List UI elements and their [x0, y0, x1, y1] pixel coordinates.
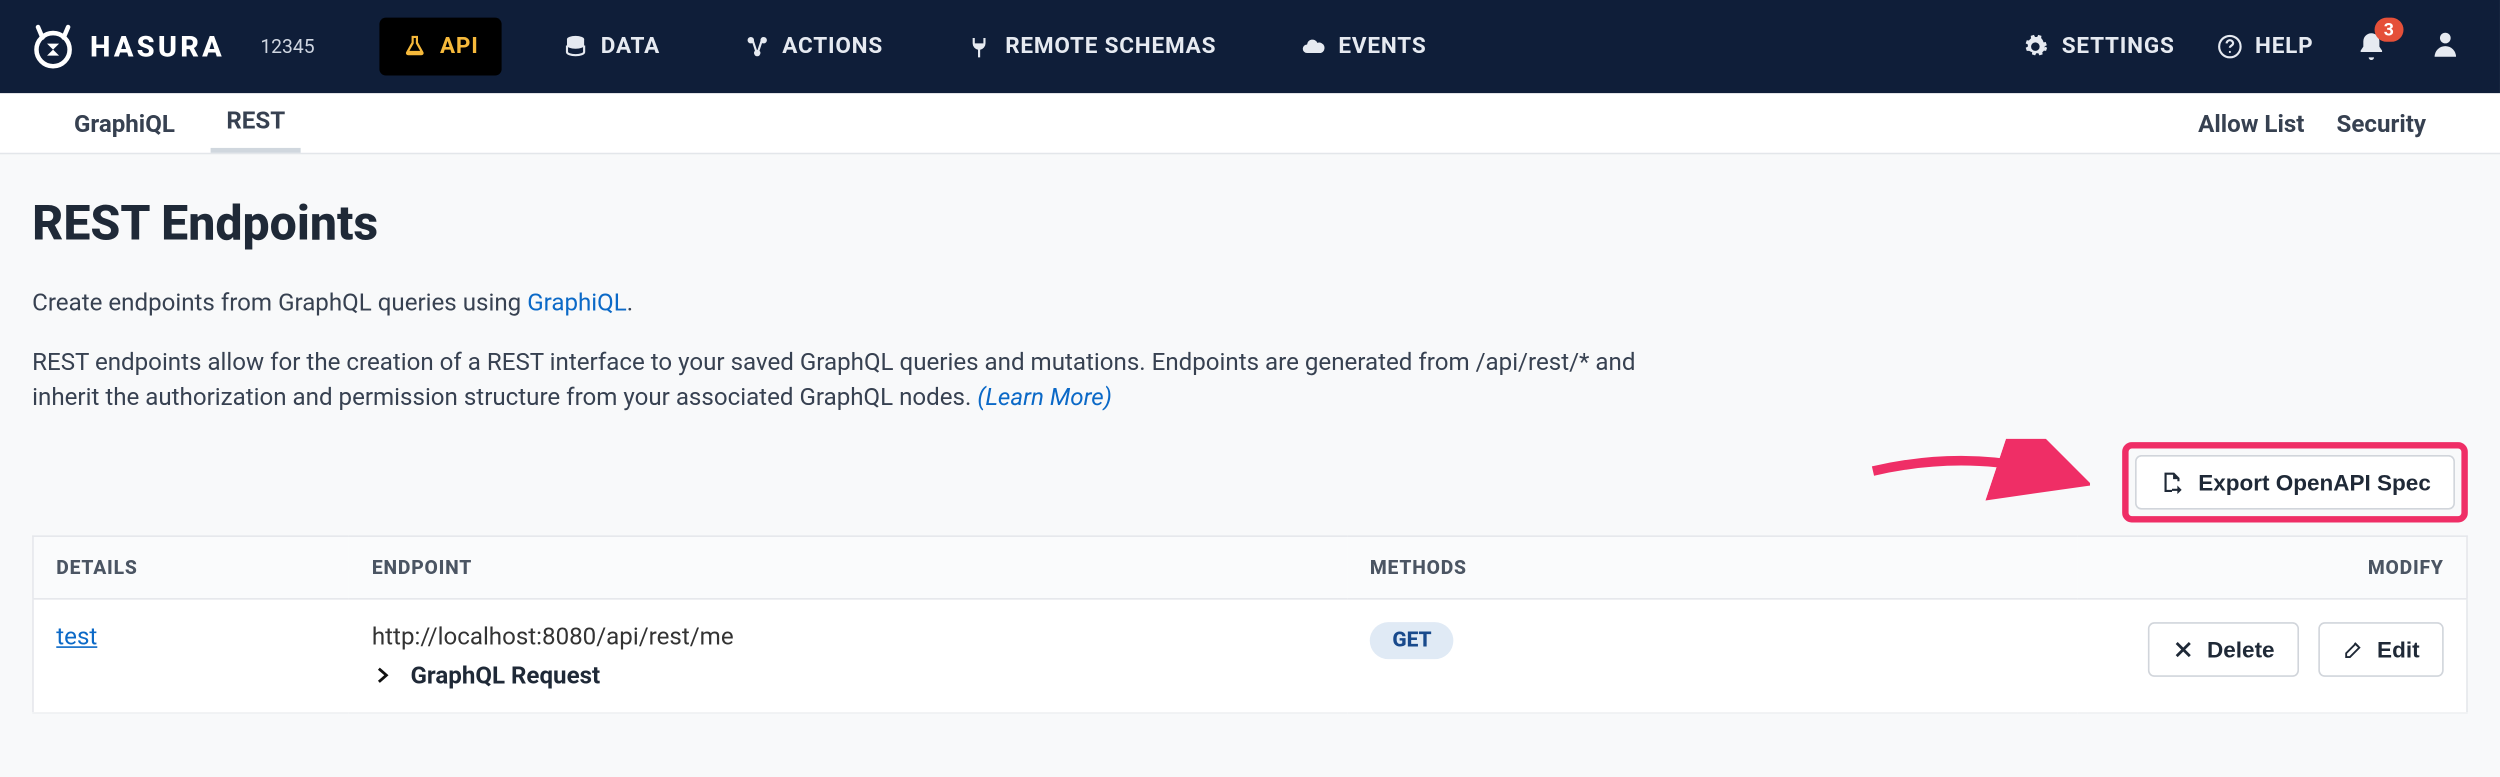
nav-label: HELP: [2255, 34, 2313, 60]
export-label: Export OpenAPI Spec: [2198, 469, 2431, 495]
cloud-icon: [1300, 34, 1326, 60]
close-icon: [2172, 637, 2195, 660]
learn-more-link[interactable]: (Learn More): [977, 383, 1112, 412]
edit-label: Edit: [2377, 636, 2420, 662]
col-methods: METHODS: [1347, 535, 2077, 598]
col-details: DETAILS: [33, 535, 349, 598]
chevron-right-icon: [372, 663, 395, 686]
method-badge: GET: [1370, 621, 1454, 658]
user-icon: [2429, 27, 2461, 59]
nav-remote-schemas[interactable]: REMOTE SCHEMAS: [944, 18, 1239, 76]
tab-rest[interactable]: REST: [210, 93, 301, 152]
database-icon: [562, 34, 588, 60]
help-icon: [2216, 34, 2242, 60]
graphql-request-toggle[interactable]: GraphQL Request: [372, 660, 1325, 689]
nav-label: ACTIONS: [782, 34, 883, 60]
col-endpoint: ENDPOINT: [349, 535, 1347, 598]
gql-request-label: GraphQL Request: [410, 660, 600, 689]
export-highlight-box: Export OpenAPI Spec: [2123, 441, 2468, 521]
callout-arrow: [1865, 438, 2090, 525]
export-row: Export OpenAPI Spec: [32, 438, 2468, 525]
nav-label: API: [440, 34, 479, 60]
flask-icon: [401, 34, 427, 60]
endpoint-name-link[interactable]: test: [56, 621, 97, 650]
gear-icon: [2023, 34, 2049, 60]
version-label: 12345: [260, 35, 314, 58]
endpoint-url: http://localhost:8080/api/rest/me: [372, 621, 1325, 650]
endpoints-table: DETAILS ENDPOINT METHODS MODIFY test htt…: [32, 535, 2468, 713]
col-modify: MODIFY: [2078, 535, 2467, 598]
primary-nav: API DATA ACTIONS REMOTE SCHEMAS EVENTS: [379, 18, 2023, 76]
brand-name: HASURA: [90, 30, 225, 64]
brand-logo[interactable]: HASURA: [29, 23, 225, 71]
hasura-logo-icon: [29, 23, 77, 71]
graphiql-link[interactable]: GraphiQL: [527, 288, 627, 317]
delete-button[interactable]: Delete: [2148, 621, 2299, 676]
tab-security[interactable]: Security: [2320, 109, 2442, 138]
notification-badge: 3: [2374, 18, 2403, 42]
nav-events[interactable]: EVENTS: [1277, 18, 1449, 76]
nav-label: SETTINGS: [2062, 34, 2175, 60]
sub-tabs: GraphiQL REST Allow List Security: [0, 93, 2500, 154]
nav-label: EVENTS: [1338, 34, 1426, 60]
export-icon: [2160, 469, 2186, 495]
nav-label: REMOTE SCHEMAS: [1005, 34, 1216, 60]
nav-api[interactable]: API: [379, 18, 501, 76]
nav-settings[interactable]: SETTINGS: [2023, 34, 2175, 60]
edit-icon: [2342, 637, 2365, 660]
nav-data[interactable]: DATA: [540, 18, 683, 76]
top-nav: HASURA 12345 API DATA ACTIONS REMOTE SCH…: [0, 0, 2500, 93]
export-openapi-button[interactable]: Export OpenAPI Spec: [2136, 454, 2455, 509]
nav-right: SETTINGS HELP 3: [2023, 27, 2461, 66]
actions-icon: [744, 34, 770, 60]
tab-allow-list[interactable]: Allow List: [2182, 109, 2320, 138]
edit-button[interactable]: Edit: [2318, 621, 2444, 676]
tab-graphiql[interactable]: GraphiQL: [58, 93, 191, 152]
main-content: REST Endpoints Create endpoints from Gra…: [0, 154, 2500, 777]
table-row: test http://localhost:8080/api/rest/me G…: [33, 598, 2467, 712]
plug-icon: [967, 34, 993, 60]
page-title: REST Endpoints: [32, 196, 2468, 252]
user-menu[interactable]: [2429, 27, 2461, 66]
nav-help[interactable]: HELP: [2216, 34, 2313, 60]
nav-actions[interactable]: ACTIONS: [721, 18, 905, 76]
page-description-1: Create endpoints from GraphQL queries us…: [32, 285, 1672, 321]
notifications-button[interactable]: 3: [2355, 31, 2387, 63]
page-description-2: REST endpoints allow for the creation of…: [32, 343, 1672, 415]
delete-label: Delete: [2207, 636, 2275, 662]
nav-label: DATA: [601, 34, 660, 60]
